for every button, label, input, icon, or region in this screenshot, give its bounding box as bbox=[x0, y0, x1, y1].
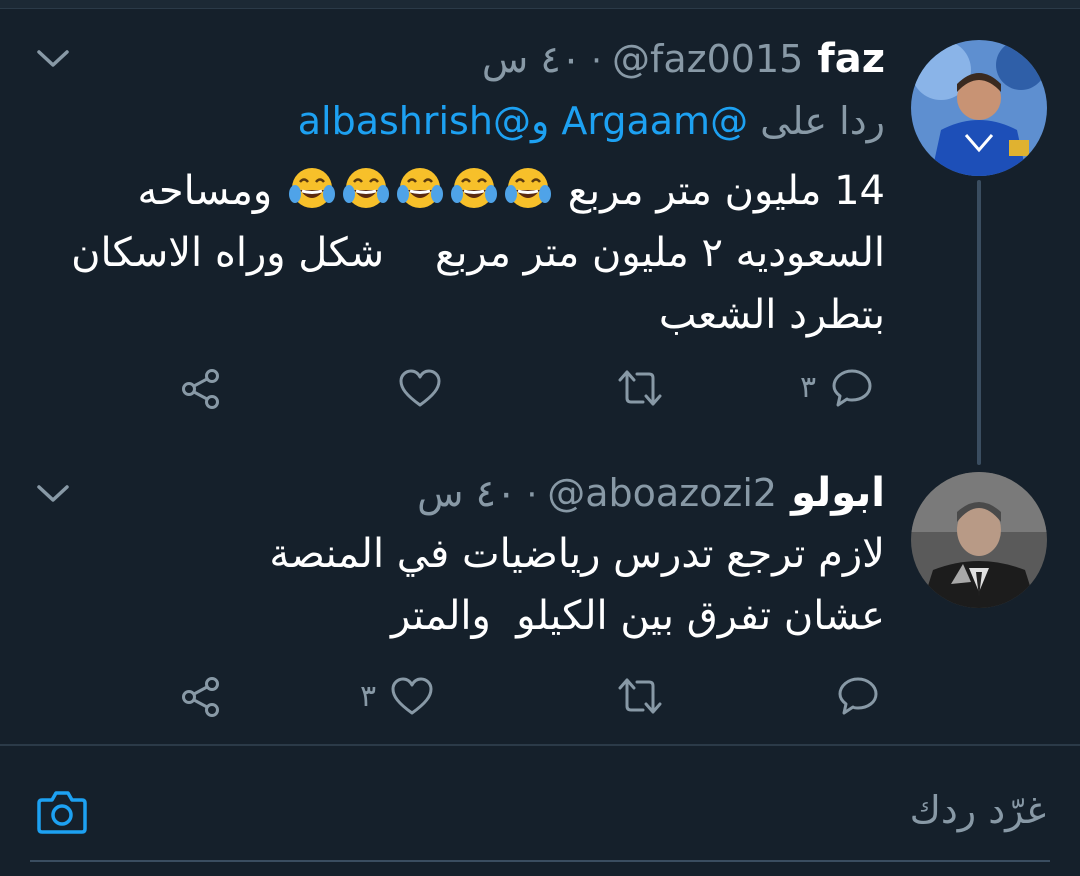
user-handle[interactable]: @aboazozi2 bbox=[547, 471, 777, 515]
timestamp[interactable]: ٤٠ س bbox=[482, 37, 581, 81]
display-name[interactable]: faz bbox=[817, 36, 885, 82]
like-count: ٣ bbox=[360, 678, 377, 714]
retweet-button[interactable] bbox=[617, 368, 663, 408]
retweet-icon bbox=[618, 370, 662, 406]
reply-icon bbox=[832, 369, 872, 407]
chevron-down-icon[interactable] bbox=[36, 48, 70, 70]
replying-to: ردا على @Argaam و@albashrish bbox=[298, 99, 885, 143]
reply-button[interactable] bbox=[836, 673, 880, 717]
reply-input[interactable]: غرّد ردك bbox=[910, 788, 1046, 832]
like-button[interactable] bbox=[398, 368, 442, 408]
share-button[interactable] bbox=[180, 676, 222, 718]
timestamp[interactable]: ٤٠ س bbox=[417, 471, 516, 515]
tweet-text: 14 مليون متر مربع ومساحه السعوديه ٢ مليو… bbox=[71, 160, 885, 346]
tweet-actions: ٣ bbox=[0, 673, 1080, 723]
reply-prefix: ردا على bbox=[760, 99, 885, 143]
tweet-line: عشان تفرق بين الكيلو والمتر bbox=[390, 593, 885, 639]
tweet-2[interactable]: ابولو @aboazozi2 · ٤٠ س لازم ترجع تدرس ر… bbox=[0, 450, 1080, 740]
mention-link[interactable]: @Argaam bbox=[561, 99, 748, 143]
tweet-actions: ٣ bbox=[0, 365, 1080, 415]
user-handle[interactable]: @faz0015 bbox=[612, 37, 803, 81]
tweet-header: ابولو @aboazozi2 · ٤٠ س bbox=[417, 470, 885, 520]
heart-icon bbox=[399, 369, 441, 407]
avatar[interactable] bbox=[911, 40, 1047, 176]
share-icon bbox=[182, 369, 219, 409]
tweet-text-segment: 14 مليون متر مربع bbox=[567, 168, 885, 214]
reply-count: ٣ bbox=[800, 369, 817, 405]
tweet-text-segment: ومساحه bbox=[137, 168, 273, 214]
compose-divider bbox=[0, 744, 1080, 746]
like-button[interactable]: ٣ bbox=[360, 676, 434, 716]
separator-dot: · bbox=[591, 41, 602, 81]
tweet-line: السعوديه ٢ مليون متر مربع شكل وراه الاسك… bbox=[71, 230, 885, 276]
tweet-line: 14 مليون متر مربع ومساحه bbox=[105, 160, 885, 222]
heart-icon bbox=[391, 677, 433, 715]
tweet-line: لازم ترجع تدرس رياضيات في المنصة bbox=[269, 531, 885, 577]
share-button[interactable] bbox=[180, 368, 222, 410]
retweet-icon bbox=[618, 678, 662, 714]
reply-icon bbox=[838, 677, 878, 715]
avatar[interactable] bbox=[911, 472, 1047, 608]
tears-of-joy-icon bbox=[288, 168, 335, 208]
mention-and: و bbox=[530, 99, 550, 143]
mention-link[interactable]: @albashrish bbox=[298, 99, 531, 143]
reply-button[interactable]: ٣ bbox=[800, 365, 874, 409]
tears-of-joy-icon bbox=[396, 168, 443, 208]
laughing-emoji-icon bbox=[272, 168, 555, 214]
tweet-text: لازم ترجع تدرس رياضيات في المنصة عشان تف… bbox=[105, 523, 885, 647]
tears-of-joy-icon bbox=[450, 168, 497, 208]
tweet-1[interactable]: faz @faz0015 · ٤٠ س ردا على @Argaam و@al… bbox=[0, 0, 1080, 440]
tweet-header: faz @faz0015 · ٤٠ س bbox=[482, 36, 885, 86]
camera-icon[interactable] bbox=[36, 788, 88, 836]
display-name[interactable]: ابولو bbox=[791, 470, 885, 516]
tears-of-joy-icon bbox=[504, 168, 551, 208]
share-icon bbox=[182, 677, 219, 717]
chevron-down-icon[interactable] bbox=[36, 483, 70, 505]
input-underline bbox=[30, 860, 1050, 862]
tears-of-joy-icon bbox=[342, 168, 389, 208]
tweet-line: بتطرد الشعب bbox=[658, 292, 885, 338]
retweet-button[interactable] bbox=[617, 676, 663, 716]
separator-dot: · bbox=[526, 475, 538, 515]
